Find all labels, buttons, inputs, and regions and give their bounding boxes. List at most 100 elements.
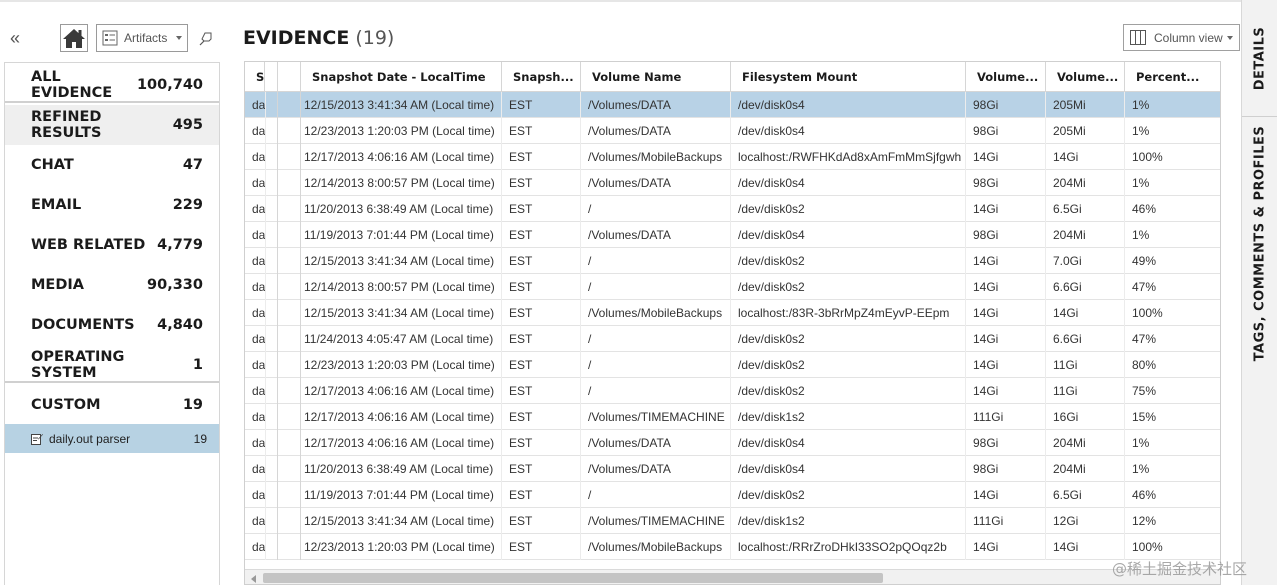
right-tab-strip: DETAILS TAGS, COMMENTS & PROFILES [1241, 0, 1277, 585]
cell-source: da [245, 508, 267, 534]
custom-artifact-daily-out-parser[interactable]: daily.out parser 19 [5, 424, 219, 453]
column-header-source[interactable]: S [245, 62, 266, 92]
category-all-evidence[interactable]: ALL EVIDENCE 100,740 [5, 65, 219, 105]
row-select-cell[interactable] [278, 300, 301, 326]
cell-source: da [245, 456, 267, 482]
table-row[interactable]: 12/17/2013 4:06:16 AM (Local time) EST //d… [245, 378, 1220, 404]
row-select-cell[interactable] [278, 430, 301, 456]
row-select-cell[interactable] [278, 118, 301, 144]
cell-volume-used: 6.5Gi [1046, 482, 1125, 508]
table-row[interactable]: 12/23/2013 1:20:03 PM (Local time) EST //d… [245, 352, 1220, 378]
cell-snapshot-timezone: EST [502, 456, 581, 482]
cell-snapshot-date: 12/15/2013 3:41:34 AM (Local time) [301, 92, 502, 118]
home-button[interactable] [60, 24, 88, 52]
table-row[interactable]: 12/15/2013 3:41:34 AM (Local time) EST/Vo… [245, 300, 1220, 326]
table-row[interactable]: 11/24/2013 4:05:47 AM (Local time) EST //d… [245, 326, 1220, 352]
collapse-panel-icon[interactable]: « [10, 28, 20, 49]
row-select-cell[interactable] [278, 456, 301, 482]
tab-details[interactable]: DETAILS [1242, 0, 1277, 116]
evidence-category-sidebar: ALL EVIDENCE 100,740 REFINED RESULTS 495… [4, 62, 220, 585]
table-row[interactable]: 12/17/2013 4:06:16 AM (Local time) EST/Vo… [245, 144, 1220, 170]
table-row[interactable]: 12/15/2013 3:41:34 AM (Local time) EST/Vo… [245, 508, 1220, 534]
table-row[interactable]: 11/19/2013 7:01:44 PM (Local time) EST/Vo… [245, 222, 1220, 248]
page-title-text: EVIDENCE [243, 27, 350, 49]
table-row[interactable]: 12/17/2013 4:06:16 AM (Local time) EST/Vo… [245, 430, 1220, 456]
cell-volume-size: 14Gi [966, 326, 1046, 352]
category-count: 4,779 [157, 237, 203, 253]
column-header-snapshot-date[interactable]: Snapshot Date - LocalTime [301, 62, 502, 92]
row-select-cell[interactable] [278, 170, 301, 196]
row-select-cell[interactable] [278, 92, 301, 118]
row-select-cell[interactable] [278, 482, 301, 508]
tab-tags-comments-profiles[interactable]: TAGS, COMMENTS & PROFILES [1242, 117, 1277, 369]
row-select-cell[interactable] [278, 196, 301, 222]
row-select-cell[interactable] [278, 144, 301, 170]
row-select-cell[interactable] [278, 274, 301, 300]
category-operating-system[interactable]: OPERATING SYSTEM 1 [5, 345, 219, 385]
cell-volume-used: 6.6Gi [1046, 326, 1125, 352]
table-row[interactable]: 12/17/2013 4:06:16 AM (Local time) EST/Vo… [245, 404, 1220, 430]
category-email[interactable]: EMAIL 229 [5, 185, 219, 225]
header-select-cell[interactable] [278, 62, 301, 92]
horizontal-scrollbar[interactable] [245, 569, 1220, 584]
category-media[interactable]: MEDIA 90,330 [5, 265, 219, 305]
category-label: EMAIL [31, 197, 82, 213]
row-select-cell[interactable] [278, 378, 301, 404]
table-row[interactable]: 11/20/2013 6:38:49 AM (Local time) EST //d… [245, 196, 1220, 222]
row-select-cell[interactable] [278, 508, 301, 534]
scrollbar-thumb[interactable] [263, 573, 883, 583]
table-row[interactable]: 12/15/2013 3:41:34 AM (Local time) EST/Vo… [245, 92, 1220, 118]
category-chat[interactable]: CHAT 47 [5, 145, 219, 185]
column-view-dropdown[interactable]: Column view [1123, 24, 1240, 51]
cell-volume-size: 14Gi [966, 196, 1046, 222]
table-row[interactable]: 11/19/2013 7:01:44 PM (Local time) EST //d… [245, 482, 1220, 508]
cell-volume-size: 98Gi [966, 456, 1046, 482]
cell-volume-name: / [581, 378, 731, 404]
column-header-percent-used[interactable]: Percent... [1125, 62, 1220, 92]
cell-snapshot-date: 12/17/2013 4:06:16 AM (Local time) [301, 430, 502, 456]
table-row[interactable]: 11/20/2013 6:38:49 AM (Local time) EST/Vo… [245, 456, 1220, 482]
columns-icon [1130, 30, 1146, 45]
cell-percent-used: 100% [1125, 300, 1220, 326]
category-refined-results[interactable]: REFINED RESULTS 495 [5, 105, 219, 145]
cell-snapshot-date: 12/23/2013 1:20:03 PM (Local time) [301, 118, 502, 144]
cell-volume-size: 14Gi [966, 534, 1046, 560]
table-row[interactable]: 12/23/2013 1:20:03 PM (Local time) EST/Vo… [245, 534, 1220, 560]
column-header-volume-used[interactable]: Volume... [1046, 62, 1125, 92]
row-select-cell[interactable] [278, 534, 301, 560]
row-select-cell[interactable] [278, 248, 301, 274]
cell-percent-used: 47% [1125, 274, 1220, 300]
category-documents[interactable]: DOCUMENTS 4,840 [5, 305, 219, 345]
cell-volume-used: 6.5Gi [1046, 196, 1125, 222]
row-select-cell[interactable] [278, 326, 301, 352]
cell-source: da [245, 482, 267, 508]
column-header-snapshot-timezone[interactable]: Snapsh... [502, 62, 581, 92]
artifacts-dropdown[interactable]: Artifacts [96, 24, 188, 52]
table-body: 12/15/2013 3:41:34 AM (Local time) EST/Vo… [245, 92, 1220, 560]
cell-volume-name: /Volumes/MobileBackups [581, 534, 731, 560]
row-select-cell[interactable] [278, 352, 301, 378]
evidence-table: Snapshot Date - LocalTime Snapsh... Volume… [244, 61, 1221, 585]
column-header-volume-name[interactable]: Volume Name [581, 62, 731, 92]
column-header-filesystem-mount[interactable]: Filesystem Mount [731, 62, 966, 92]
cell-volume-used: 16Gi [1046, 404, 1125, 430]
row-select-cell[interactable] [278, 222, 301, 248]
table-row[interactable]: 12/14/2013 8:00:57 PM (Local time) EST //d… [245, 274, 1220, 300]
evidence-count: (19) [355, 27, 395, 49]
cell-source: da [245, 274, 267, 300]
pin-panel-button[interactable] [199, 32, 213, 46]
category-web-related[interactable]: WEB RELATED 4,779 [5, 225, 219, 265]
category-custom[interactable]: CUSTOM 19 [5, 385, 219, 425]
cell-filesystem-mount: /dev/disk0s2 [731, 248, 966, 274]
row-select-cell[interactable] [278, 404, 301, 430]
table-row[interactable]: 12/14/2013 8:00:57 PM (Local time) EST/Vo… [245, 170, 1220, 196]
table-row[interactable]: 12/23/2013 1:20:03 PM (Local time) EST/Vo… [245, 118, 1220, 144]
category-count: 495 [172, 117, 203, 133]
table-header: Snapshot Date - LocalTime Snapsh... Volume… [245, 62, 1220, 92]
cell-volume-name: / [581, 196, 731, 222]
scroll-left-icon[interactable] [251, 575, 256, 583]
column-header-volume-size[interactable]: Volume... [966, 62, 1046, 92]
category-count: 100,740 [136, 77, 203, 93]
cell-percent-used: 1% [1125, 92, 1220, 118]
table-row[interactable]: 12/15/2013 3:41:34 AM (Local time) EST //d… [245, 248, 1220, 274]
